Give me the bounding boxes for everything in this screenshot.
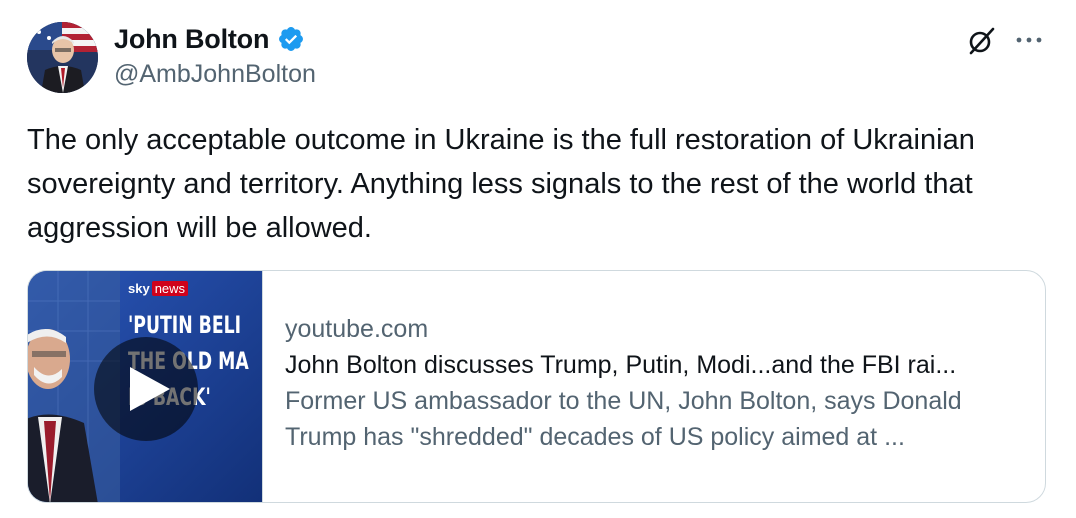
play-icon bbox=[130, 367, 170, 411]
more-icon[interactable] bbox=[1012, 30, 1046, 50]
play-button[interactable] bbox=[94, 337, 198, 441]
link-card-body: youtube.com John Bolton discusses Trump,… bbox=[285, 311, 1030, 455]
link-domain: youtube.com bbox=[285, 315, 429, 343]
tweet-text: The only acceptable outcome in Ukraine i… bbox=[27, 124, 975, 244]
verified-badge-icon bbox=[279, 27, 304, 51]
author-handle[interactable]: @AmbJohnBolton bbox=[114, 60, 316, 89]
link-preview-card[interactable]: sky news 'PUTIN BELI THE OLD MA IS BACK'… bbox=[27, 270, 1046, 503]
sky-news-logo: sky news bbox=[128, 281, 189, 296]
link-description: Former US ambassador to the UN, John Bol… bbox=[285, 387, 962, 451]
author-name-row: John Bolton bbox=[114, 22, 305, 56]
video-thumbnail[interactable]: sky news 'PUTIN BELI THE OLD MA IS BACK' bbox=[28, 271, 263, 502]
link-title[interactable]: John Bolton discusses Trump, Putin, Modi… bbox=[285, 347, 1025, 383]
grok-icon[interactable] bbox=[964, 24, 998, 58]
avatar[interactable] bbox=[27, 22, 98, 93]
author-display-name[interactable]: John Bolton bbox=[114, 24, 269, 55]
